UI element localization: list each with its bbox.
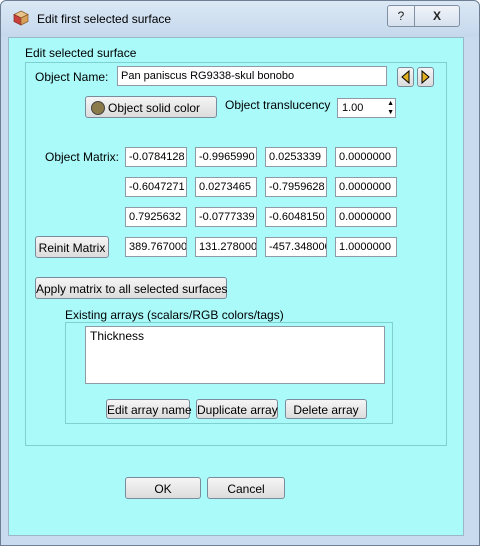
matrix-cell[interactable]: -0.6048150 xyxy=(265,207,327,227)
matrix-cell[interactable]: 0.0000000 xyxy=(335,177,397,197)
edit-array-name-button[interactable]: Edit array name xyxy=(106,399,192,419)
dialog-window: Edit first selected surface ? X Edit sel… xyxy=(0,0,480,546)
spin-down-icon[interactable]: ▼ xyxy=(387,109,394,117)
delete-array-button[interactable]: Delete array xyxy=(285,399,367,419)
matrix-cell[interactable]: -0.6047271 xyxy=(125,177,187,197)
cancel-button[interactable]: Cancel xyxy=(207,477,285,499)
matrix-cell[interactable]: 0.0000000 xyxy=(335,147,397,167)
translucency-value: 1.00 xyxy=(342,102,364,114)
translucency-label: Object translucency xyxy=(225,98,331,112)
arrays-list[interactable]: Thickness xyxy=(85,326,385,384)
next-object-button[interactable] xyxy=(417,67,434,87)
object-name-label: Object Name: xyxy=(35,70,109,84)
object-name-input[interactable]: Pan paniscus RG9338-skul bonobo xyxy=(117,66,387,86)
window-title: Edit first selected surface xyxy=(37,12,172,26)
prev-object-button[interactable] xyxy=(397,67,414,87)
spin-up-icon[interactable]: ▲ xyxy=(387,100,394,108)
arrow-right-icon xyxy=(421,69,430,85)
object-color-label: Object solid color xyxy=(108,101,201,115)
panel-title: Edit selected surface xyxy=(25,46,137,60)
title-bar[interactable]: Edit first selected surface ? X xyxy=(1,1,479,37)
existing-arrays-label: Existing arrays (scalars/RGB colors/tags… xyxy=(65,308,284,322)
matrix-cell[interactable]: -457.348000 xyxy=(265,237,327,257)
matrix-cell[interactable]: 0.0273465 xyxy=(195,177,257,197)
apply-matrix-button[interactable]: Apply matrix to all selected surfaces xyxy=(35,277,227,299)
list-item[interactable]: Thickness xyxy=(86,327,384,345)
matrix-cell[interactable]: 0.7925632 xyxy=(125,207,187,227)
matrix-cell[interactable]: 389.767000 xyxy=(125,237,187,257)
help-button[interactable]: ? xyxy=(387,5,415,27)
translucency-spinner[interactable]: 1.00 ▲ ▼ xyxy=(337,98,396,118)
reinit-matrix-button[interactable]: Reinit Matrix xyxy=(35,236,109,258)
duplicate-array-button[interactable]: Duplicate array xyxy=(196,399,278,419)
matrix-cell[interactable]: 0.0000000 xyxy=(335,207,397,227)
matrix-cell[interactable]: 131.278000 xyxy=(195,237,257,257)
ok-button[interactable]: OK xyxy=(125,477,201,499)
matrix-cell[interactable]: 0.0253339 xyxy=(265,147,327,167)
matrix-cell[interactable]: -0.7959628 xyxy=(265,177,327,197)
matrix-cell[interactable]: -0.0784128 xyxy=(125,147,187,167)
arrow-left-icon xyxy=(401,69,410,85)
matrix-cell[interactable]: 1.0000000 xyxy=(335,237,397,257)
matrix-cell[interactable]: -0.0777339 xyxy=(195,207,257,227)
app-icon xyxy=(13,10,29,26)
matrix-cell[interactable]: -0.9965990 xyxy=(195,147,257,167)
color-swatch-icon xyxy=(91,101,105,115)
object-matrix-label: Object Matrix: xyxy=(45,150,120,164)
object-color-button[interactable]: Object solid color xyxy=(85,96,217,118)
dialog-body: Edit selected surface Object Name: Pan p… xyxy=(8,37,464,536)
close-button[interactable]: X xyxy=(414,5,460,27)
